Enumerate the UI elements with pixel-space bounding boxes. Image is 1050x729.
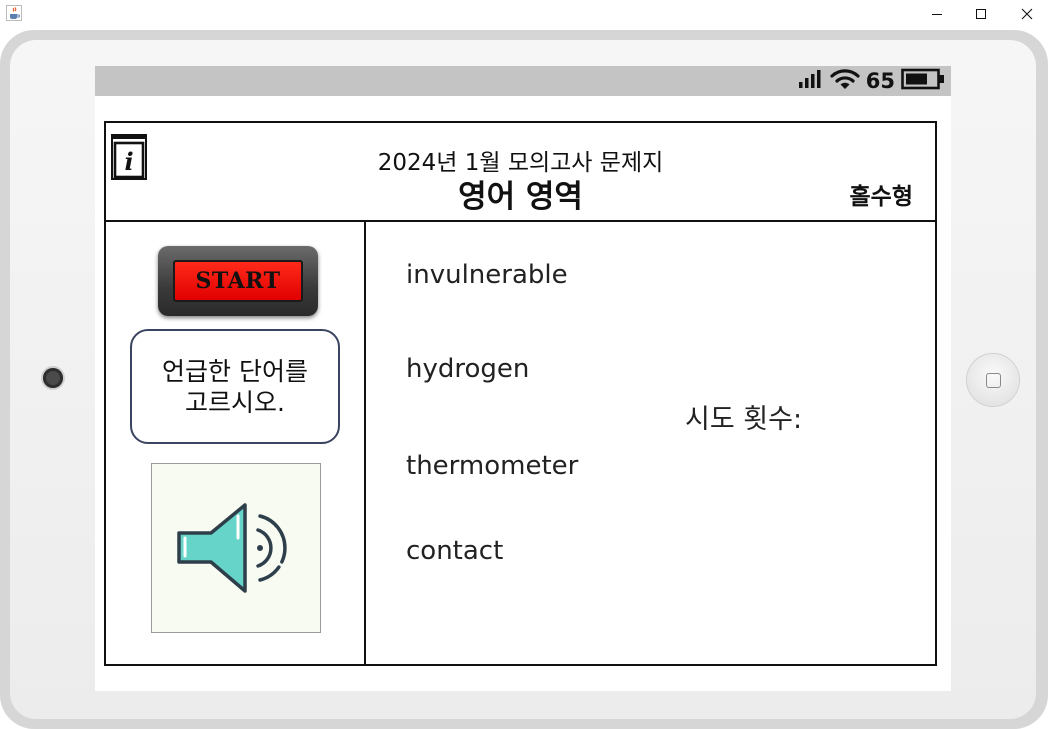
choice-word[interactable]: thermometer — [406, 451, 578, 481]
home-square-icon — [985, 372, 1001, 388]
wifi-icon — [830, 68, 860, 94]
choices-panel: invulnerable hydrogen thermometer contac… — [366, 222, 935, 664]
instruction-box: 언급한 단어를 고르시오. — [130, 329, 340, 444]
battery-percent: 65 — [865, 69, 895, 93]
speaker-sound-icon — [177, 503, 287, 593]
start-button[interactable]: START — [158, 246, 318, 316]
play-audio-button[interactable] — [151, 463, 321, 633]
attempts-label: 시도 횟수: — [685, 404, 803, 435]
exam-sheet: i 2024년 1월 모의고사 문제지 영어 영역 홀수형 START 언급한 … — [104, 121, 937, 666]
java-cup-icon — [6, 5, 22, 21]
choice-word[interactable]: contact — [406, 536, 503, 566]
close-button[interactable] — [1004, 0, 1050, 28]
home-button[interactable] — [967, 354, 1019, 406]
left-panel: START 언급한 단어를 고르시오. — [106, 222, 366, 664]
choice-word[interactable]: invulnerable — [406, 260, 568, 290]
status-icons: 65 — [798, 68, 945, 94]
choice-word[interactable]: hydrogen — [406, 354, 529, 384]
instruction-line1: 언급한 단어를 — [162, 356, 308, 386]
battery-icon — [901, 68, 945, 94]
start-button-label: START — [173, 260, 303, 302]
tablet-screen: 65 i 2024년 1월 모의고사 문제지 영어 영역 홀수형 START 언… — [95, 66, 951, 691]
minimize-button[interactable] — [914, 0, 960, 28]
camera-icon — [43, 368, 63, 388]
form-type-label: 홀수형 — [849, 184, 913, 210]
status-bar: 65 — [95, 66, 951, 96]
maximize-button[interactable] — [958, 0, 1004, 28]
window-titlebar — [0, 0, 1050, 28]
instruction-line2: 고르시오. — [185, 387, 285, 417]
cellular-signal-icon — [798, 69, 824, 93]
exam-title-line2: 영어 영역 — [458, 179, 583, 215]
exam-header: i 2024년 1월 모의고사 문제지 영어 영역 홀수형 — [106, 123, 935, 222]
